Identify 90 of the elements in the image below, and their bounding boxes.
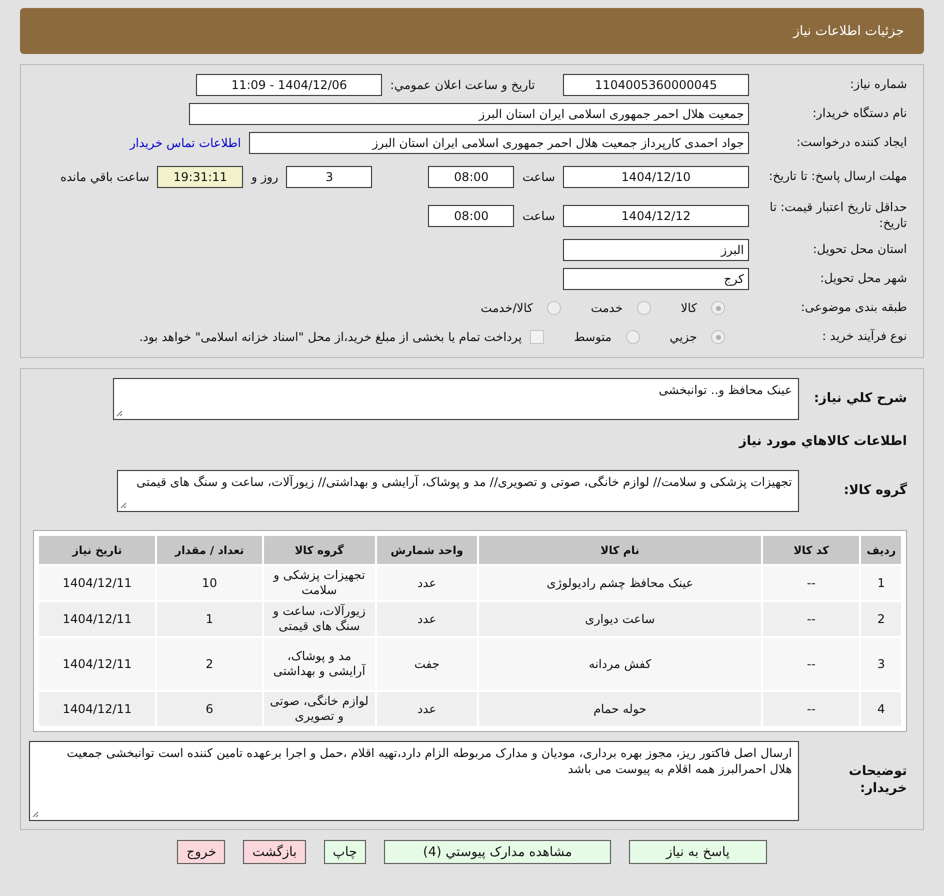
table-cell: 3 (861, 638, 901, 690)
radio-button[interactable] (546, 301, 561, 315)
resize-grip-icon (32, 811, 39, 818)
section-title: اطلاعات کالاهاي مورد نیاز (739, 434, 907, 448)
field-label: ساعت (522, 170, 555, 184)
table-cell: عدد (376, 602, 477, 636)
table-cell: 1 (157, 602, 262, 636)
field-label: روز و (251, 170, 278, 184)
radio-button[interactable] (626, 330, 640, 344)
radio-label: جزيي (670, 330, 697, 344)
table-cell: -- (763, 638, 860, 690)
field-label: توضیحات خریدار: (848, 764, 907, 798)
remaining-time-field: 19:31:11 (157, 166, 244, 188)
radio-button[interactable] (711, 301, 725, 315)
checkbox-label: پرداخت تمام یا بخشی از مبلغ خرید،از محل "اسناد خزانه اسلامی" خواهد بود. (139, 330, 522, 344)
table-cell: 1404/12/11 (39, 638, 156, 690)
field-label: طبقه بندی موضوعی: (800, 300, 907, 316)
time-field: 08:00 (428, 166, 514, 188)
action-button[interactable]: پاسخ به نیاز (629, 840, 767, 864)
buyer-field: جمعیت هلال احمر جمهوری اسلامی ایران استان البرز (189, 103, 749, 125)
table-cell: حوله حمام (478, 692, 762, 726)
province-field: البرز (563, 239, 749, 261)
action-button[interactable]: مشاهده مدارک پیوستي (4) (384, 840, 612, 864)
radio-button[interactable] (711, 330, 725, 344)
column-header: تعداد / مقدار (157, 536, 262, 564)
field-label: مهلت ارسال پاسخ: تا تاریخ: (768, 169, 907, 185)
field-label: شماره نیاز: (849, 77, 907, 93)
field-label: تاریخ و ساعت اعلان عمومي: (390, 78, 535, 92)
table-cell: -- (763, 602, 860, 636)
field-label: حداقل تاریخ اعتبار قیمت: تا تاریخ: (768, 200, 907, 232)
description-box: عینک محافظ و.. توانبخشی (113, 378, 799, 420)
column-header: ردیف (861, 536, 901, 564)
table-cell: -- (763, 566, 860, 600)
need-number-field: 1104005360000045 (563, 74, 749, 96)
column-header: واحد شمارش (376, 536, 477, 564)
action-button[interactable]: چاپ (324, 840, 366, 864)
field-label: ساعت باقي مانده (60, 170, 150, 184)
table-cell: جفت (376, 638, 477, 690)
table-cell: 10 (157, 566, 262, 600)
field-label: گروه کالا: (842, 482, 907, 500)
page-title: جزئیات اطلاعات نیاز (793, 24, 904, 38)
table-cell: -- (763, 692, 860, 726)
table-cell: کفش مردانه (478, 638, 762, 690)
action-button[interactable]: بازگشت (243, 840, 306, 864)
buyer-notes-box: ارسال اصل فاکتور ریز، مجوز بهره برداری، مودیان و مدارک مربوطه الزام دارد،تهیه اقلام ،حمل و اجرا برعهده تامین کننده است توانبخشی جمعیت هلال احمرالبرز همه اقلام به پیوست می باشد (29, 741, 799, 821)
column-header: تاریخ نیاز (39, 536, 156, 564)
checkbox[interactable] (530, 330, 544, 344)
table-cell: تجهیزات پزشکی و سلامت (264, 566, 375, 600)
announce-date-field: 1404/12/06 - 11:09 (196, 74, 382, 96)
date-field: 1404/12/12 (563, 205, 749, 227)
city-field: کرج (563, 268, 749, 290)
table-cell: 1404/12/11 (39, 602, 156, 636)
table-cell: لوازم خانگی، صوتی و تصویری (264, 692, 375, 726)
column-header: نام کالا (478, 536, 762, 564)
table-cell: 2 (157, 638, 262, 690)
radio-label: کالا/خدمت (480, 301, 533, 315)
column-header: کد کالا (763, 536, 860, 564)
date-field: 1404/12/10 (563, 166, 749, 188)
radio-label: متوسط (574, 330, 612, 344)
table-cell: 1404/12/11 (39, 692, 156, 726)
table-cell: 1 (861, 566, 901, 600)
table-cell: 4 (861, 692, 901, 726)
table-cell: زیورآلات، ساعت و سنگ های قیمتی (264, 602, 375, 636)
table-cell: مد و پوشاک، آرایشی و بهداشتی (264, 638, 375, 690)
goods-group-box: تجهیزات پزشکی و سلامت// لوازم خانگی، صوتی و تصویری// مد و پوشاک، آرایشی و بهداشتی// زیورآلات، ساعت و سنگ های قیمتی (117, 470, 799, 512)
resize-grip-icon (120, 502, 127, 509)
radio-label: کالا (680, 301, 697, 315)
radio-button[interactable] (636, 301, 651, 315)
table-cell: عینک محافظ چشم رادیولوژی (478, 566, 762, 600)
table-cell: 1404/12/11 (39, 566, 156, 600)
requester-field: جواد احمدی کارپرداز جمعیت هلال احمر جمهوری اسلامی ایران استان البرز (249, 132, 749, 154)
field-label: شهر محل تحویل: (819, 271, 907, 287)
buyer-contact-link[interactable]: اطلاعات تماس خریدار (130, 136, 241, 150)
table-cell: ساعت دیواری (478, 602, 762, 636)
time-field: 08:00 (428, 205, 514, 227)
resize-grip-icon (116, 410, 123, 417)
table-cell: 2 (861, 602, 901, 636)
field-label: استان محل تحویل: (812, 242, 907, 258)
field-label: ساعت (522, 209, 555, 223)
column-header: گروه کالا (264, 536, 375, 564)
field-label: نوع فرآیند خرید : (821, 329, 907, 345)
table-cell: عدد (376, 692, 477, 726)
field-label: شرح کلي نیاز: (812, 390, 907, 408)
field-label: نام دستگاه خریدار: (812, 106, 907, 122)
radio-label: خدمت (590, 301, 623, 315)
field-label: ایجاد کننده درخواست: (795, 135, 907, 151)
action-button[interactable]: خروج (177, 840, 226, 864)
table-cell: 6 (157, 692, 262, 726)
days-field: 3 (286, 166, 372, 188)
table-cell: عدد (376, 566, 477, 600)
